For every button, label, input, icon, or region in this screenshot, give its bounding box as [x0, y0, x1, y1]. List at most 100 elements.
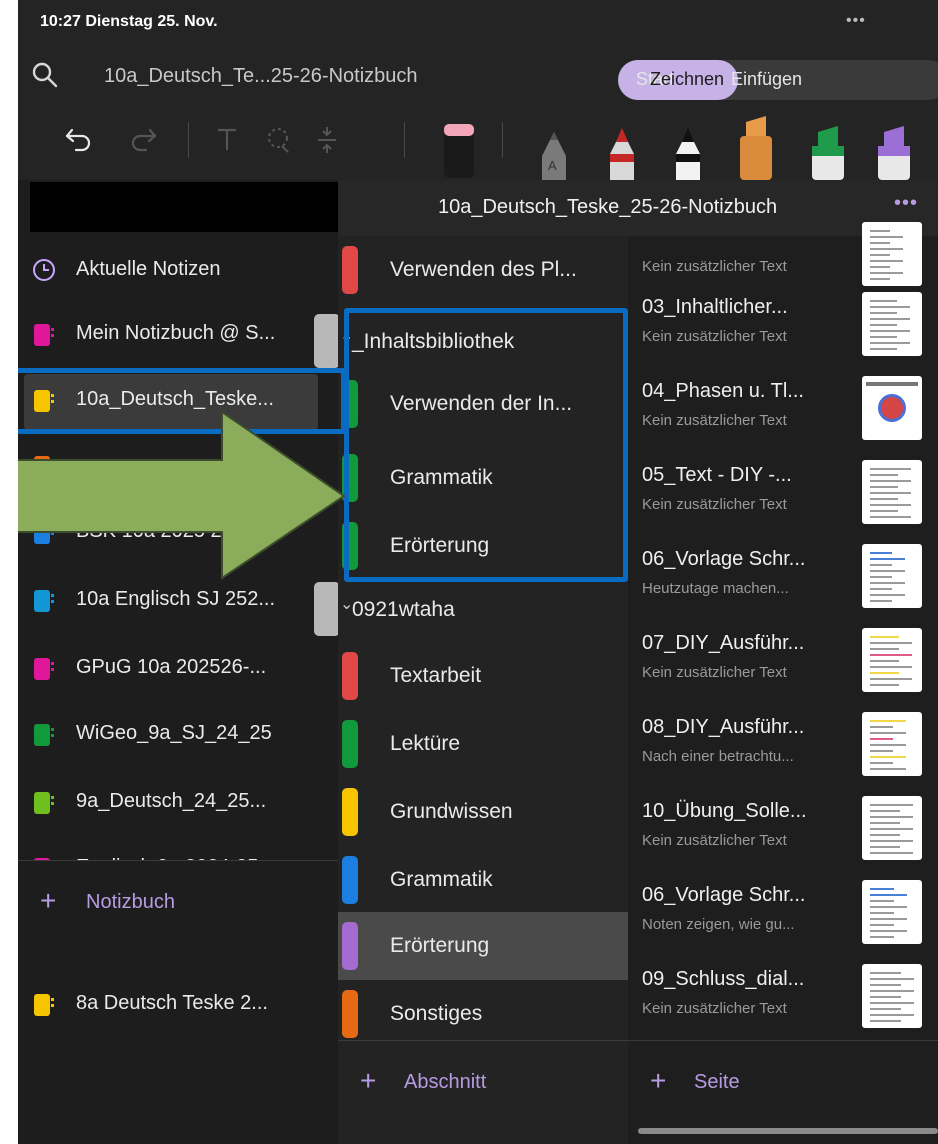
section-item[interactable]: Grundwissen — [338, 778, 628, 846]
page-thumbnail — [862, 628, 922, 692]
section-item[interactable]: Erörterung — [338, 912, 628, 980]
clock-icon — [32, 258, 56, 287]
text-icon[interactable] — [214, 126, 240, 159]
section-item[interactable]: Lektüre — [338, 710, 628, 778]
page-title: 03_Inhaltlicher... — [642, 296, 788, 318]
section-label: Lektüre — [390, 732, 461, 755]
add-section-button[interactable]: + Abschnitt — [338, 1040, 628, 1144]
page-preview-text: Kein zusätzlicher Text — [642, 412, 787, 429]
page-thumbnail — [862, 880, 922, 944]
title-bar: 10a_Deutsch_Te...25-26-Notizbuch Start E… — [18, 40, 938, 112]
page-thumbnail — [862, 460, 922, 524]
page-item[interactable]: 06_Vorlage Schr... Noten zeigen, wie gu..… — [628, 874, 938, 958]
add-page-label: Seite — [694, 1071, 740, 1093]
add-section-label: Abschnitt — [404, 1071, 487, 1093]
undo-icon[interactable] — [64, 126, 94, 159]
redacted-account-area — [30, 182, 338, 232]
page-title: 06_Vorlage Schr... — [642, 548, 806, 570]
notebook-item[interactable]: 9a_Deutsch_24_25... — [18, 770, 338, 836]
notebook-label: GPuG 10a 202526-... — [76, 656, 267, 678]
page-preview-text: Kein zusätzlicher Text — [642, 328, 787, 345]
page-title: 05_Text - DIY -... — [642, 464, 792, 486]
page-thumbnail — [862, 544, 922, 608]
notebook-label: WiGeo_9a_SJ_24_25 — [76, 722, 272, 744]
ribbon-tabs: Start Einfügen Zeichnen — [618, 60, 938, 100]
page-preview-text: Heutzutage machen... — [642, 580, 789, 597]
notebook-title[interactable]: 10a_Deutsch_Te...25-26-Notizbuch — [104, 65, 418, 88]
notebook-scroll-grip[interactable] — [314, 582, 340, 636]
pencil-icon[interactable]: A — [536, 126, 572, 185]
page-thumbnail — [862, 964, 922, 1028]
insert-space-icon[interactable] — [314, 124, 340, 161]
search-icon[interactable] — [32, 62, 58, 93]
notebook-item[interactable]: 8a Deutsch Teske 2... — [18, 972, 338, 1038]
notebook-scroll-grip[interactable] — [314, 314, 340, 368]
page-preview-text: Kein zusätzlicher Text — [642, 496, 787, 513]
section-group[interactable]: ⌄ 0921wtaha — [338, 578, 628, 646]
section-color-tab — [342, 922, 358, 970]
tab-zeichnen-label: Zeichnen — [650, 69, 725, 89]
purple-highlighter-icon[interactable] — [874, 122, 914, 185]
page-item[interactable]: 07_DIY_Ausführ... Kein zusätzlicher Text — [628, 622, 938, 706]
section-label: Grammatik — [390, 868, 493, 891]
orange-highlighter-icon[interactable] — [736, 116, 776, 185]
section-color-tab — [342, 246, 358, 294]
annotation-highlight-sections — [344, 308, 628, 582]
notebook-label: Mein Notizbuch @ S... — [76, 322, 276, 344]
section-color-tab — [342, 652, 358, 700]
page-title: 10_Übung_Solle... — [642, 800, 807, 822]
notebook-label: Aktuelle Notizen — [76, 258, 221, 280]
more-options-icon[interactable]: ••• — [894, 192, 918, 215]
lasso-icon[interactable] — [264, 126, 294, 161]
svg-text:A: A — [548, 158, 557, 173]
page-item[interactable]: 05_Text - DIY -... Kein zusätzlicher Text — [628, 454, 938, 538]
section-item[interactable]: Textarbeit — [338, 642, 628, 710]
page-item[interactable]: 04_Phasen u. Tl... Kein zusätzlicher Text — [628, 370, 938, 454]
add-notebook-button[interactable]: + Notizbuch — [18, 860, 338, 965]
status-bar: 10:27 Dienstag 25. Nov. ••• — [18, 0, 938, 40]
plus-icon: + — [650, 1065, 667, 1096]
notebook-icon — [34, 994, 54, 1016]
page-title: 07_DIY_Ausführ... — [642, 632, 805, 654]
page-preview-text: Noten zeigen, wie gu... — [642, 916, 795, 933]
notebook-list: Aktuelle Notizen Mein Notizbuch @ S... 10a… — [18, 180, 340, 1144]
status-time: 10:27 Dienstag 25. Nov. — [40, 13, 218, 30]
section-item[interactable]: Grammatik — [338, 846, 628, 914]
red-pen-icon[interactable] — [604, 124, 640, 185]
page-thumbnail — [862, 376, 922, 440]
notebook-icon — [34, 724, 54, 746]
page-item[interactable]: 06_Vorlage Schr... Heutzutage machen... — [628, 538, 938, 622]
annotation-arrow — [18, 412, 346, 580]
page-item[interactable]: 03_Inhaltlicher... Kein zusätzlicher Text — [628, 286, 938, 370]
page-thumbnail — [862, 712, 922, 776]
notebook-icon — [34, 590, 54, 612]
eraser-icon[interactable] — [440, 122, 478, 183]
notebook-label: 10a Englisch SJ 252... — [76, 588, 276, 610]
page-title: 04_Phasen u. Tl... — [642, 380, 804, 402]
notebook-label: 8a Deutsch Teske 2... — [76, 992, 268, 1014]
page-preview-text: Kein zusätzlicher Text — [642, 664, 787, 681]
redo-icon[interactable] — [128, 126, 158, 159]
page-item[interactable]: 09_Schluss_dial... Kein zusätzlicher Text — [628, 958, 938, 1042]
page-list: Kein zusätzlicher Text 03_Inhaltlicher...… — [628, 222, 938, 1144]
black-pen-icon[interactable] — [670, 124, 706, 185]
section-item[interactable]: Verwenden des Pl... — [338, 236, 628, 304]
multitasking-dots[interactable]: ••• — [846, 12, 866, 30]
plus-icon: + — [40, 885, 57, 916]
horizontal-scrollbar[interactable] — [638, 1128, 938, 1134]
page-item[interactable]: 08_DIY_Ausführ... Nach einer betrachtu... — [628, 706, 938, 790]
green-highlighter-icon[interactable] — [808, 122, 848, 185]
section-label: Erörterung — [390, 934, 490, 957]
tab-einfuegen[interactable]: Einfügen — [731, 69, 802, 90]
notebook-item[interactable]: GPuG 10a 202526-... — [18, 636, 338, 702]
notebook-item[interactable]: WiGeo_9a_SJ_24_25 — [18, 702, 338, 768]
notebook-icon — [34, 658, 54, 680]
page-thumbnail — [862, 796, 922, 860]
section-item[interactable]: Sonstiges — [338, 980, 628, 1048]
notebook-item[interactable]: Mein Notizbuch @ S... — [18, 302, 338, 368]
recent-notes-item[interactable]: Aktuelle Notizen — [18, 238, 338, 304]
page-item[interactable]: 10_Übung_Solle... Kein zusätzlicher Text — [628, 790, 938, 874]
section-color-tab — [342, 788, 358, 836]
notebook-icon — [34, 324, 54, 346]
page-title: 08_DIY_Ausführ... — [642, 716, 805, 738]
